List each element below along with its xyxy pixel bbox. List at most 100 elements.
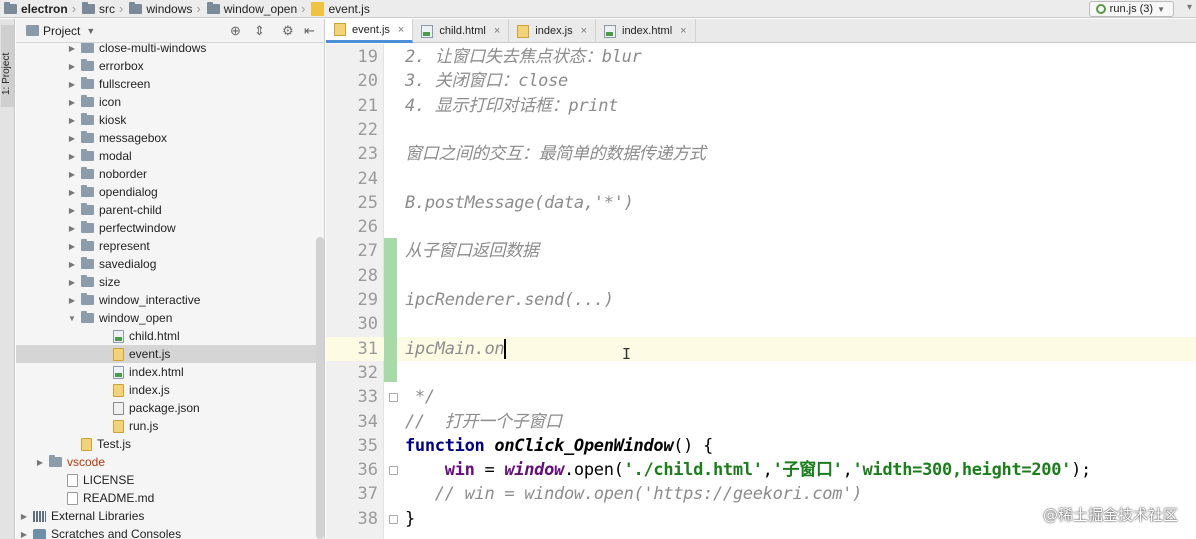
- code-line[interactable]: 31 ipcMain.on: [326, 337, 1196, 361]
- tree-item[interactable]: ▶ errorbox: [16, 57, 316, 75]
- code-line[interactable]: 22: [326, 118, 1196, 142]
- code-line[interactable]: 35 function onClick_OpenWindow() {: [326, 434, 1196, 458]
- tree-item[interactable]: ▶ kiosk: [16, 111, 316, 129]
- tree-item[interactable]: ▼ window_open: [16, 309, 316, 327]
- code-line[interactable]: 34 // 打开一个子窗口: [326, 410, 1196, 434]
- code-editor[interactable]: 19 2. 让窗口失去焦点状态：blur 20 3. 关闭窗口：close 21 4. 显…: [326, 44, 1196, 539]
- code-line[interactable]: 27 从子窗口返回数据: [326, 239, 1196, 263]
- code-text: ipcRenderer.send(...): [405, 288, 614, 312]
- code-line[interactable]: 36 win = window.open('./child.html','子窗口…: [326, 458, 1196, 482]
- project-tool-tab[interactable]: 1: Project: [1, 25, 14, 107]
- expand-arrow-right-icon[interactable]: ▶: [18, 512, 30, 521]
- editor-tab[interactable]: event.js ×: [326, 19, 414, 43]
- breadcrumb-src[interactable]: src: [78, 0, 117, 18]
- run-configuration-dropdown[interactable]: run.js (3) ▼: [1088, 1, 1174, 17]
- expand-arrow-right-icon[interactable]: ▶: [66, 224, 78, 233]
- code-token: './child.html': [623, 460, 763, 480]
- code-line[interactable]: 21 4. 显示打印对话框：print: [326, 94, 1196, 118]
- expand-arrow-right-icon[interactable]: ▶: [66, 62, 78, 71]
- tree-item[interactable]: ▶ fullscreen: [16, 75, 316, 93]
- tree-item[interactable]: ▶ opendialog: [16, 183, 316, 201]
- hide-panel-icon[interactable]: ⇤: [304, 23, 315, 39]
- close-tab-icon[interactable]: ×: [398, 24, 404, 36]
- code-line[interactable]: 29 ipcRenderer.send(...): [326, 288, 1196, 312]
- fold-marker-icon[interactable]: [389, 466, 398, 475]
- tree-item[interactable]: event.js: [16, 345, 316, 363]
- breadcrumb-window-open[interactable]: window_open: [203, 0, 299, 18]
- vcs-change-marker[interactable]: [384, 238, 397, 382]
- editor-tab-label: index.html: [622, 25, 673, 37]
- chevron-down-icon[interactable]: ▼: [86, 26, 95, 36]
- expand-arrow-right-icon[interactable]: ▶: [66, 170, 78, 179]
- code-line[interactable]: 25 B.postMessage(data,'*'): [326, 191, 1196, 215]
- expand-arrow-right-icon[interactable]: ▶: [66, 152, 78, 161]
- project-scrollbar[interactable]: [316, 237, 324, 539]
- code-line[interactable]: 23 窗口之间的交互：最简单的数据传递方式: [326, 142, 1196, 166]
- tree-item[interactable]: run.js: [16, 417, 316, 435]
- tree-item[interactable]: package.json: [16, 399, 316, 417]
- expand-arrow-right-icon[interactable]: ▶: [66, 278, 78, 287]
- tree-item[interactable]: child.html: [16, 327, 316, 345]
- project-panel-title[interactable]: Project: [43, 24, 80, 38]
- code-line[interactable]: 30: [326, 312, 1196, 336]
- tree-item-label: errorbox: [99, 59, 144, 73]
- tree-item[interactable]: ▶ modal: [16, 147, 316, 165]
- expand-arrow-right-icon[interactable]: ▶: [66, 44, 78, 53]
- code-line[interactable]: 20 3. 关闭窗口：close: [326, 69, 1196, 93]
- tree-item[interactable]: ▶ size: [16, 273, 316, 291]
- expand-arrow-right-icon[interactable]: ▶: [34, 458, 46, 467]
- breadcrumb-windows[interactable]: windows: [125, 0, 194, 18]
- fold-marker-icon[interactable]: [389, 393, 398, 402]
- editor-tab[interactable]: child.html ×: [413, 19, 510, 43]
- expand-arrow-right-icon[interactable]: ▶: [66, 98, 78, 107]
- tree-item[interactable]: ▶ messagebox: [16, 129, 316, 147]
- close-tab-icon[interactable]: ×: [680, 25, 686, 37]
- tree-item[interactable]: Test.js: [16, 435, 316, 453]
- expand-arrow-right-icon[interactable]: ▶: [66, 206, 78, 215]
- code-token: 4. 显示打印对话框：print: [405, 96, 619, 116]
- tree-item[interactable]: ▶ External Libraries: [16, 507, 316, 525]
- tree-item[interactable]: LICENSE: [16, 471, 316, 489]
- expand-arrow-right-icon[interactable]: ▶: [66, 134, 78, 143]
- code-line[interactable]: 32: [326, 361, 1196, 385]
- code-line[interactable]: 37 // win = window.open('https://geekori…: [326, 482, 1196, 506]
- expand-arrow-right-icon[interactable]: ▶: [66, 260, 78, 269]
- breadcrumb-electron[interactable]: electron: [0, 0, 70, 18]
- breadcrumb-event-js[interactable]: event.js: [307, 0, 371, 18]
- editor-tab[interactable]: index.html ×: [596, 19, 696, 43]
- expand-arrow-right-icon[interactable]: ▶: [66, 296, 78, 305]
- expand-arrow-right-icon[interactable]: ▶: [66, 242, 78, 251]
- close-tab-icon[interactable]: ×: [494, 25, 500, 37]
- fold-marker-icon[interactable]: [389, 515, 398, 524]
- tree-item[interactable]: ▶ icon: [16, 93, 316, 111]
- tree-item[interactable]: ▶ parent-child: [16, 201, 316, 219]
- code-line[interactable]: 26: [326, 215, 1196, 239]
- code-line[interactable]: 28: [326, 264, 1196, 288]
- expand-arrow-right-icon[interactable]: ▶: [18, 530, 30, 539]
- code-line[interactable]: 24: [326, 167, 1196, 191]
- target-icon[interactable]: ⊕: [230, 23, 241, 39]
- editor-tab[interactable]: index.js ×: [509, 19, 596, 43]
- tree-item-label: index.js: [129, 383, 170, 397]
- code-line[interactable]: 33 */: [326, 385, 1196, 409]
- more-icon[interactable]: ▾: [1187, 2, 1192, 13]
- expand-arrow-right-icon[interactable]: ▶: [66, 116, 78, 125]
- tree-item[interactable]: index.js: [16, 381, 316, 399]
- tree-item[interactable]: ▶ window_interactive: [16, 291, 316, 309]
- tree-item[interactable]: ▶ savedialog: [16, 255, 316, 273]
- tree-item[interactable]: ▶ represent: [16, 237, 316, 255]
- expand-arrow-right-icon[interactable]: ▶: [66, 80, 78, 89]
- collapse-all-icon[interactable]: ⇕: [254, 23, 265, 39]
- tree-item[interactable]: ▶ Scratches and Consoles: [16, 525, 316, 539]
- tree-item[interactable]: ▶ noborder: [16, 165, 316, 183]
- tree-item[interactable]: ▶ vscode: [16, 453, 316, 471]
- close-tab-icon[interactable]: ×: [581, 25, 587, 37]
- code-line[interactable]: 19 2. 让窗口失去焦点状态：blur: [326, 45, 1196, 69]
- expand-arrow-down-icon[interactable]: ▼: [66, 314, 78, 323]
- editor-tab-label: event.js: [352, 23, 390, 36]
- expand-arrow-right-icon[interactable]: ▶: [66, 188, 78, 197]
- gear-icon[interactable]: ⚙: [282, 23, 294, 39]
- tree-item[interactable]: README.md: [16, 489, 316, 507]
- tree-item[interactable]: index.html: [16, 363, 316, 381]
- tree-item[interactable]: ▶ perfectwindow: [16, 219, 316, 237]
